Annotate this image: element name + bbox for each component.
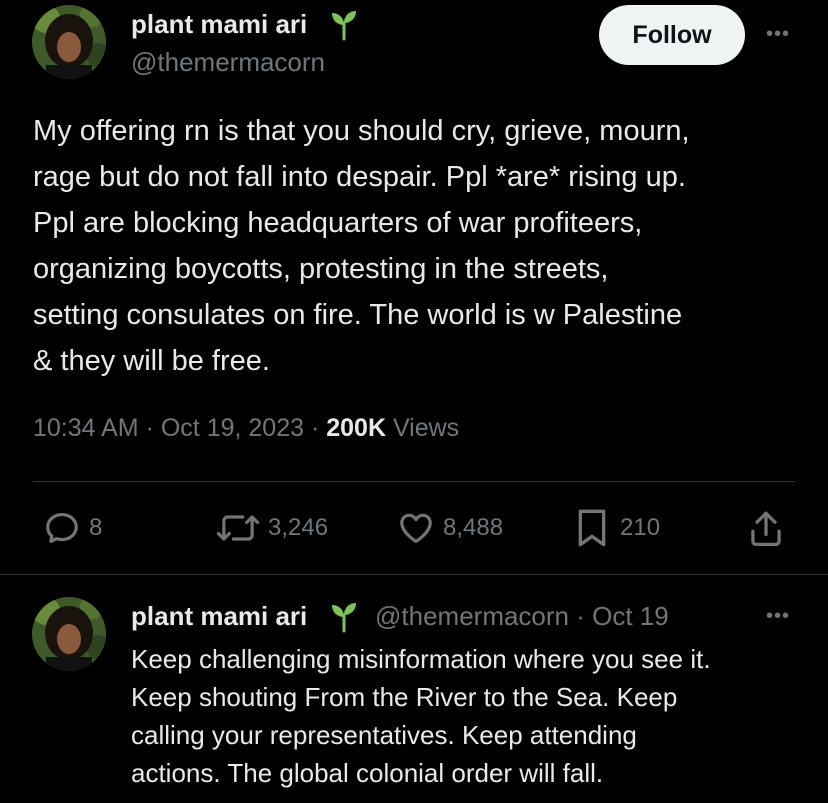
reply-author-avatar[interactable] [32,597,106,671]
reply-author-handle-date[interactable]: @themermacorn · Oct 19 [375,601,669,632]
like-count: 8,488 [443,514,504,541]
repost-count: 3,246 [268,514,329,541]
reply-text-line: Keep shouting From the River to the Sea.… [131,682,678,712]
reply-icon [46,512,78,544]
avatar-photo-icon [32,597,106,671]
reply-text-line: Keep challenging misinformation where yo… [131,644,711,674]
bookmark-button[interactable]: 210 [574,506,660,550]
reply-count: 8 [89,514,103,541]
meta-separator: · [138,414,161,442]
reply-button[interactable]: 8 [43,506,102,550]
share-icon [751,511,781,546]
share-button[interactable] [748,506,784,550]
seedling-icon [332,11,356,41]
tweet-text-line: & they will be free. [33,345,270,377]
avatar-photo-icon [32,5,106,79]
reply-text-line: calling your representatives. Keep atten… [131,720,637,750]
divider [33,481,795,482]
heart-icon [400,513,432,544]
reply-author-name[interactable]: plant mami ari [131,601,307,632]
tweet-text-line: setting consulates on fire. The world is… [33,299,683,331]
bookmark-count: 210 [620,514,661,541]
author-avatar[interactable] [32,5,106,79]
reply-text: Keep challenging misinformation where yo… [131,640,811,792]
tweet-text-line: My offering rn is that you should cry, g… [33,115,690,147]
bookmark-icon [578,509,606,547]
views-label: Views [386,414,460,442]
tweet-text-line: rage but do not fall into despair. Ppl *… [33,161,686,193]
tweet-text-line: Ppl are blocking headquarters of war pro… [33,207,643,239]
views-count[interactable]: 200K [326,414,386,442]
tweet-time[interactable]: 10:34 AM [33,414,139,442]
more-options-icon[interactable]: ••• [760,24,796,44]
repost-button[interactable]: 3,246 [216,506,328,550]
repost-icon [216,515,260,541]
author-handle[interactable]: @themermacorn [131,47,325,78]
author-name[interactable]: plant mami ari [131,9,307,40]
tweet-meta: 10:34 AM · Oct 19, 2023 · 200K Views [33,414,459,443]
follow-button[interactable]: Follow [599,5,745,65]
meta-separator: · [304,414,327,442]
seedling-icon [332,603,356,633]
reply-more-options-icon[interactable]: ••• [760,606,796,626]
reply-text-line: actions. The global colonial order will … [131,758,604,788]
tweet-date[interactable]: Oct 19, 2023 [161,414,304,442]
tweet-text: My offering rn is that you should cry, g… [33,108,803,384]
thread-divider [0,574,828,575]
tweet-text-line: organizing boycotts, protesting in the s… [33,253,609,285]
like-button[interactable]: 8,488 [397,506,503,550]
